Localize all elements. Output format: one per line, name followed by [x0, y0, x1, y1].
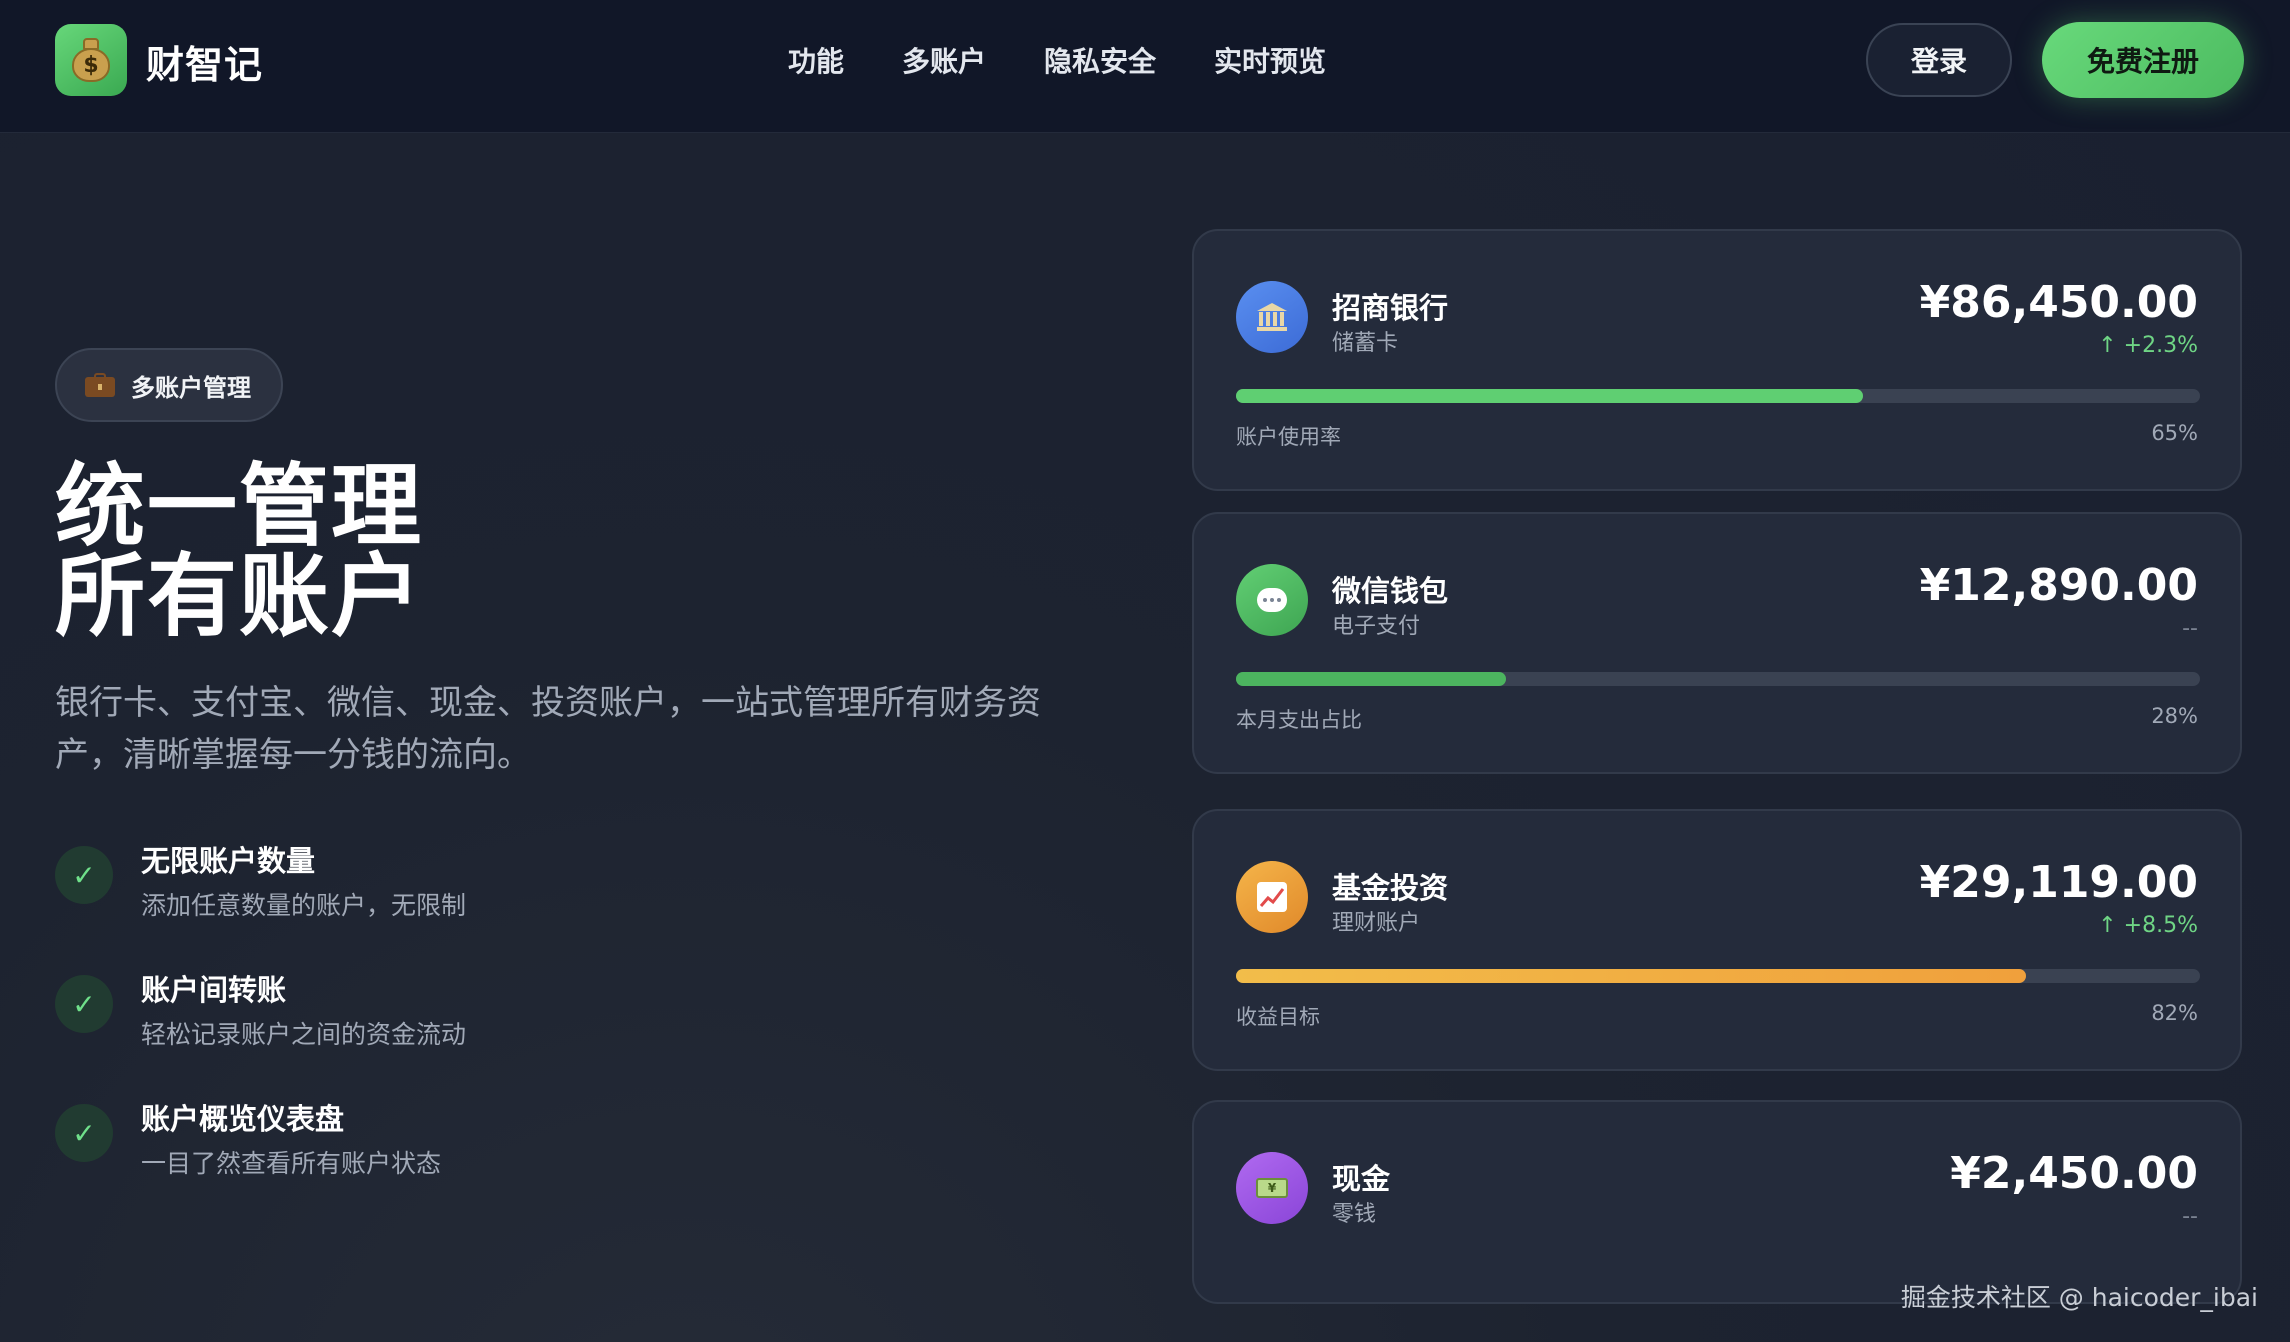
account-type: 理财账户: [1332, 911, 1421, 936]
hero-title-line-1: 统一管理: [55, 454, 423, 559]
nav-link-privacy[interactable]: 隐私安全: [1044, 40, 1156, 80]
chat-bubble-icon: [1236, 564, 1308, 636]
check-icon: ✓: [55, 975, 113, 1033]
top-nav: $ 财智记 功能 多账户 隐私安全 实时预览 登录 免费注册: [0, 0, 2290, 133]
account-card-cash[interactable]: ¥ 现金 零钱 ¥2,450.00 --: [1192, 1100, 2242, 1304]
hero-title: 统一管理 所有账户: [55, 462, 423, 642]
progress-track: [1236, 672, 2200, 686]
login-button[interactable]: 登录: [1866, 23, 2012, 97]
account-name: 微信钱包: [1332, 574, 1449, 608]
account-type: 零钱: [1332, 1202, 1377, 1227]
account-card-cmb[interactable]: 招商银行 储蓄卡 ¥86,450.00 ↑ +2.3% 账户使用率 65%: [1192, 229, 2242, 491]
check-icon: ✓: [55, 846, 113, 904]
briefcase-icon: [85, 373, 115, 397]
account-amount: ¥86,450.00: [1919, 277, 2198, 328]
hero-description-line-2: 产，清晰掌握每一分钱的流向。: [55, 735, 531, 775]
watermark: 掘金技术社区 @ haicoder_ibai: [1900, 1283, 2258, 1312]
account-change: --: [2182, 616, 2198, 641]
feature-badge: 多账户管理: [55, 348, 283, 422]
feature-title: 账户间转账: [141, 973, 287, 1007]
account-amount: ¥2,450.00: [1950, 1148, 2198, 1199]
feature-desc: 一目了然查看所有账户状态: [141, 1149, 442, 1178]
progress-label: 收益目标: [1236, 1005, 1320, 1029]
account-amount: ¥29,119.00: [1919, 857, 2198, 908]
account-amount: ¥12,890.00: [1919, 560, 2198, 611]
progress-track: [1236, 969, 2200, 983]
account-name: 基金投资: [1332, 871, 1449, 905]
hero-title-line-2: 所有账户: [55, 544, 423, 649]
badge-label: 多账户管理: [131, 373, 251, 402]
account-type: 电子支付: [1332, 614, 1421, 639]
nav-link-preview[interactable]: 实时预览: [1214, 40, 1326, 80]
progress-track: [1236, 389, 2200, 403]
chart-up-icon: [1236, 861, 1308, 933]
progress-percent: 82%: [2151, 1001, 2198, 1025]
account-name: 现金: [1332, 1162, 1391, 1196]
progress-percent: 65%: [2151, 421, 2198, 445]
progress-percent: 28%: [2151, 704, 2198, 728]
progress-fill: [1236, 389, 1863, 403]
account-card-fund[interactable]: 基金投资 理财账户 ¥29,119.00 ↑ +8.5% 收益目标 82%: [1192, 809, 2242, 1071]
account-name: 招商银行: [1332, 291, 1449, 325]
cash-icon: ¥: [1236, 1152, 1308, 1224]
money-bag-logo-icon[interactable]: $: [55, 24, 127, 96]
brand-name[interactable]: 财智记: [146, 34, 263, 89]
progress-label: 本月支出占比: [1236, 708, 1362, 732]
nav-links: 功能 多账户 隐私安全 实时预览: [788, 40, 1384, 80]
hero-description-line-1: 银行卡、支付宝、微信、现金、投资账户，一站式管理所有财务资: [55, 683, 1041, 723]
feature-title: 账户概览仪表盘: [141, 1102, 345, 1136]
account-change: ↑ +2.3%: [2098, 333, 2198, 358]
hero-description: 银行卡、支付宝、微信、现金、投资账户，一站式管理所有财务资 产，清晰掌握每一分钱…: [55, 677, 1135, 781]
feature-desc: 添加任意数量的账户，无限制: [141, 891, 467, 920]
account-change: ↑ +8.5%: [2098, 913, 2198, 938]
account-card-wechat[interactable]: 微信钱包 电子支付 ¥12,890.00 -- 本月支出占比 28%: [1192, 512, 2242, 774]
progress-label: 账户使用率: [1236, 425, 1341, 449]
signup-button[interactable]: 免费注册: [2042, 22, 2244, 98]
feature-title: 无限账户数量: [141, 844, 316, 878]
check-icon: ✓: [55, 1104, 113, 1162]
account-change: --: [2182, 1204, 2198, 1229]
feature-desc: 轻松记录账户之间的资金流动: [141, 1020, 467, 1049]
bank-icon: [1236, 281, 1308, 353]
nav-link-multi-account[interactable]: 多账户: [902, 40, 986, 80]
nav-link-features[interactable]: 功能: [788, 40, 844, 80]
account-type: 储蓄卡: [1332, 331, 1399, 356]
progress-fill: [1236, 969, 2027, 983]
progress-fill: [1236, 672, 1506, 686]
